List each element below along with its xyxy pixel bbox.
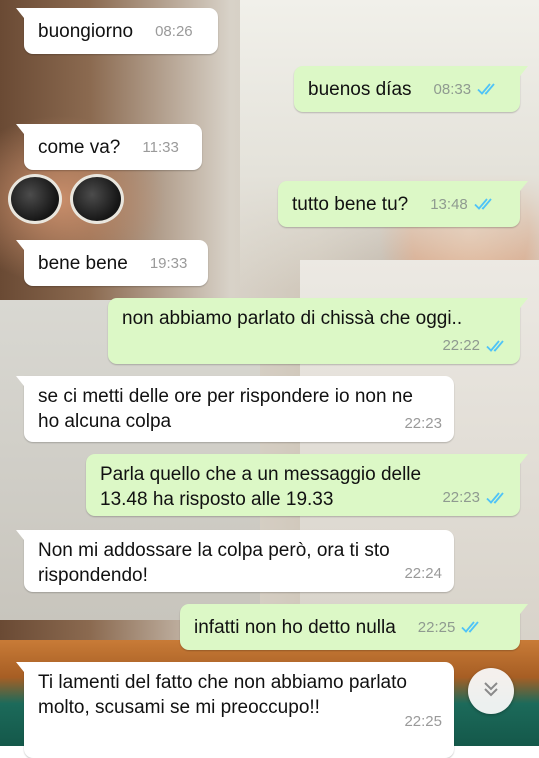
message-text: come va? <box>38 136 121 158</box>
scroll-to-bottom-button[interactable] <box>468 668 514 714</box>
message-time: 13:48 <box>430 195 468 213</box>
message-text: Non mi addossare la colpa però, ora ti s… <box>38 540 390 586</box>
message-bubble-incoming[interactable]: Non mi addossare la colpa però, ora ti s… <box>16 530 454 592</box>
double-chevron-down-icon <box>481 679 501 704</box>
message-bubble-incoming[interactable]: buongiorno 08:26 <box>16 8 218 54</box>
message-time: 22:25 <box>404 713 442 730</box>
message-text: Ti lamenti del fatto che non abbiamo par… <box>38 672 407 718</box>
message-text: buenos días <box>308 78 412 100</box>
message-bubble-outgoing[interactable]: tutto bene tu? 13:48 <box>278 181 528 227</box>
message-bubble-outgoing[interactable]: buenos días 08:33 <box>294 66 528 112</box>
message-time: 22:25 <box>417 618 456 636</box>
double-check-icon <box>474 197 496 211</box>
double-check-icon <box>486 339 508 353</box>
wallpaper-sunglasses <box>8 168 128 228</box>
message-time: 11:33 <box>142 138 179 156</box>
message-bubble-incoming[interactable]: bene bene 19:33 <box>16 240 208 286</box>
wallpaper-window <box>240 0 539 290</box>
message-text: buongiorno <box>38 20 134 42</box>
message-text: tutto bene tu? <box>292 193 409 215</box>
message-bubble-incoming[interactable]: come va? 11:33 <box>16 124 202 170</box>
message-bubble-incoming[interactable]: se ci metti delle ore per rispondere io … <box>16 376 454 442</box>
message-bubble-outgoing[interactable]: Parla quello che a un messaggio delle 13… <box>86 454 528 516</box>
message-time: 22:23 <box>404 415 442 432</box>
message-text: bene bene <box>38 252 128 274</box>
double-check-icon <box>477 82 499 96</box>
message-time: 22:24 <box>404 565 442 582</box>
message-bubble-outgoing[interactable]: non abbiamo parlato di chissà che oggi..… <box>108 298 528 364</box>
message-time: 22:22 <box>442 337 480 354</box>
message-text: non abbiamo parlato di chissà che oggi.. <box>122 308 463 329</box>
message-bubble-incoming[interactable]: Ti lamenti del fatto che non abbiamo par… <box>16 662 454 758</box>
message-text: Parla quello che a un messaggio delle 13… <box>100 464 422 510</box>
message-bubble-outgoing[interactable]: infatti non ho detto nulla 22:25 <box>180 604 528 650</box>
message-time: 08:33 <box>433 80 472 98</box>
double-check-icon <box>461 620 483 634</box>
message-text: se ci metti delle ore per rispondere io … <box>38 386 413 432</box>
message-text: infatti non ho detto nulla <box>194 616 396 638</box>
message-time: 22:23 <box>442 489 480 506</box>
double-check-icon <box>486 491 508 505</box>
message-time: 08:26 <box>155 22 193 40</box>
message-time: 19:33 <box>149 254 188 272</box>
